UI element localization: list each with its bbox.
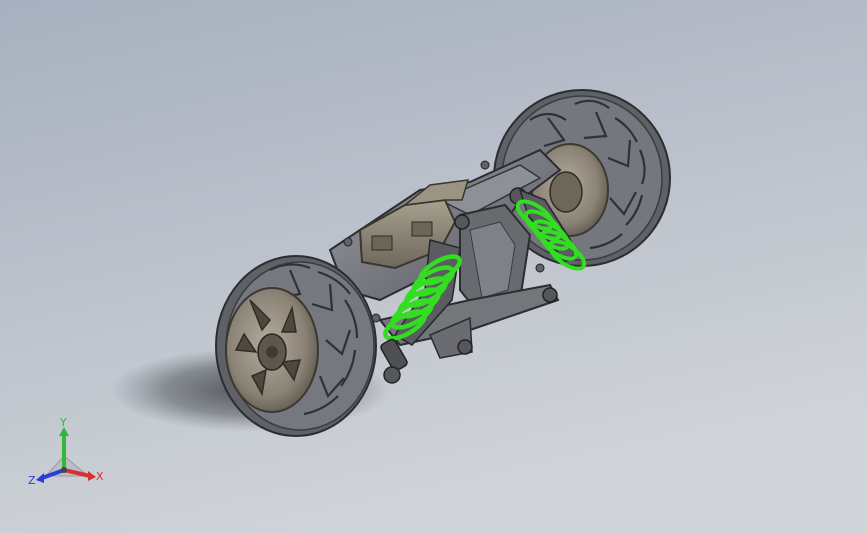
model-scene[interactable] [0, 0, 867, 533]
coordinate-triad: Y X Z [28, 418, 104, 487]
x-axis-label: X [96, 470, 104, 483]
graphics-viewport[interactable]: Y X Z [0, 0, 867, 533]
y-axis-label: Y [59, 418, 67, 429]
z-axis-label: Z [28, 474, 36, 487]
front-wheel[interactable] [215, 255, 377, 437]
